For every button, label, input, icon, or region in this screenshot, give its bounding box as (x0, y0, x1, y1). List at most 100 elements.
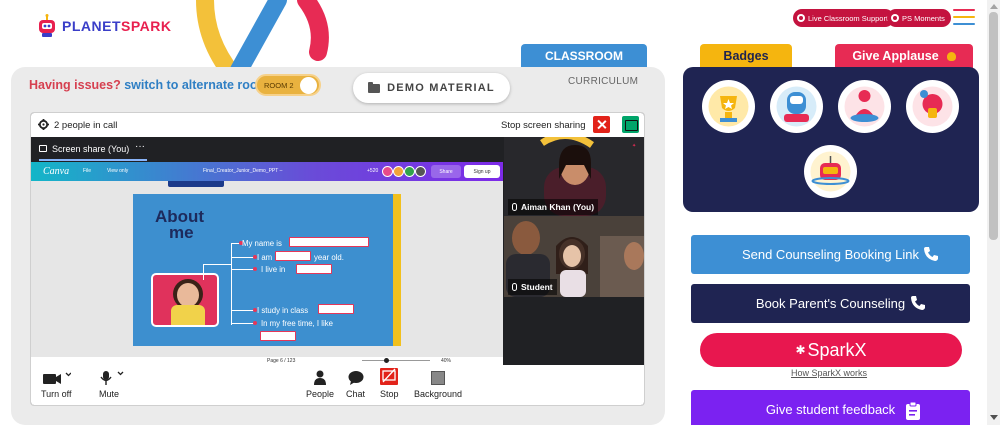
book-counseling-label: Book Parent's Counseling (755, 296, 906, 311)
badges-panel (683, 67, 979, 212)
hobby-blank (260, 331, 296, 341)
slide-canvas: About me My name is I am year old. I liv… (31, 181, 503, 357)
slide-line-study: I study in class (257, 306, 309, 315)
teacher-name-label: Aiman Khan (You) (521, 202, 595, 212)
stop-share-button[interactable]: Stop (380, 368, 399, 399)
slide-line-live: I live in (261, 265, 286, 274)
clap-hand-icon (946, 51, 956, 61)
canva-logo: Canva (43, 166, 70, 177)
more-options-icon[interactable]: ··· (135, 141, 145, 152)
video-call-window: 2 people in call Stop screen sharing Scr… (30, 112, 645, 406)
canva-collab-count: +520 (367, 168, 379, 174)
screen-share-tab[interactable]: Screen share (You) (52, 144, 129, 154)
canva-signup-button: Sign up (464, 165, 500, 178)
badge-meditation[interactable] (838, 80, 891, 133)
phone-icon (911, 296, 925, 310)
speaker-badge-icon (776, 86, 817, 127)
tab-curriculum[interactable]: CURRICULUM (568, 76, 638, 87)
connector-line (231, 310, 255, 311)
canva-share-button: Share (431, 165, 461, 178)
age-blank (275, 251, 311, 261)
tab-classroom[interactable]: CLASSROOM (521, 44, 647, 68)
trophy-badge-icon (708, 86, 749, 127)
issues-question: Having issues? (29, 78, 121, 92)
stop-sharing-close-icon[interactable] (593, 116, 610, 133)
send-counseling-label: Send Counseling Booking Link (741, 247, 920, 262)
sparkx-label: SparkX (807, 339, 867, 360)
slide-line-free-time: In my free time, I like (261, 319, 333, 328)
background-icon (431, 368, 446, 385)
slide-accent-bar (393, 194, 401, 346)
canva-view-only: View only (107, 168, 129, 174)
video-tile-student[interactable]: Student (504, 216, 644, 297)
ps-moments-button[interactable]: PS Moments (887, 9, 951, 27)
connector-line (231, 269, 255, 270)
sparkx-icon: ✱ (795, 343, 806, 357)
people-label: People (306, 389, 335, 399)
switch-room-link[interactable]: switch to alternate room (124, 78, 268, 92)
issues-message: Having issues? switch to alternate room (29, 78, 269, 92)
active-tab-indicator (39, 159, 147, 161)
shared-screen: Canva File View only Final_Creator_Junio… (31, 162, 503, 365)
room-toggle-label: ROOM 2 (264, 80, 294, 90)
book-parent-counseling-button[interactable]: Book Parent's Counseling (691, 284, 970, 323)
connector-line (231, 323, 255, 324)
badge-robot-planet[interactable] (804, 145, 857, 198)
canva-file-menu: File (83, 168, 92, 174)
video-camera-icon (41, 368, 72, 385)
class-blank (318, 304, 354, 314)
call-top-bar: 2 people in call Stop screen sharing (31, 113, 644, 137)
give-applause-tab[interactable]: Give Applause (835, 44, 973, 68)
mute-button[interactable]: Mute (94, 368, 124, 399)
scrollbar-thumb[interactable] (989, 12, 998, 240)
badge-speaker[interactable] (770, 80, 823, 133)
people-icon (313, 368, 327, 385)
badge-idea-lock[interactable] (906, 80, 959, 133)
background-button[interactable]: Background (414, 368, 462, 399)
live-classroom-support-button[interactable]: Live Classroom Support (793, 9, 895, 27)
mute-label: Mute (98, 389, 119, 399)
gear-icon[interactable] (38, 119, 49, 130)
picture-in-picture-icon[interactable] (622, 116, 639, 133)
ps-moments-label: PS Moments (902, 13, 945, 23)
logo-text: PLANETSPARK (62, 18, 171, 34)
chat-button[interactable]: Chat (346, 368, 365, 399)
idea-badge-icon (912, 86, 953, 127)
planetspark-logo[interactable]: PLANETSPARK (36, 14, 171, 38)
slide-line-age-prefix: I am (257, 253, 273, 262)
clipboard-icon (906, 401, 920, 420)
chat-icon (348, 368, 364, 385)
slide-footer: Page 6 / 123 40% (31, 357, 503, 365)
scroll-up-arrow-icon[interactable] (990, 4, 998, 9)
stop-share-icon (380, 368, 399, 385)
logo-text-planet: PLANET (62, 18, 121, 34)
tab-badges[interactable]: Badges (700, 44, 792, 74)
give-applause-label: Give Applause (852, 49, 939, 63)
screen-share-header: Screen share (You) ··· (31, 137, 503, 162)
feedback-label: Give student feedback (765, 402, 896, 417)
robot-logo-icon (39, 14, 55, 37)
scroll-down-arrow-icon[interactable] (990, 415, 998, 420)
node-dot (253, 321, 257, 325)
room-toggle[interactable]: ROOM 2 (255, 74, 321, 96)
how-sparkx-works-link[interactable]: How SparkX works (791, 368, 867, 378)
give-student-feedback-button[interactable]: Give student feedback (691, 390, 970, 425)
mic-icon (512, 283, 517, 291)
collaborator-avatar (415, 166, 426, 177)
background-label: Background (414, 389, 463, 399)
slide-title: About me (155, 208, 204, 241)
send-counseling-link-button[interactable]: Send Counseling Booking Link (691, 235, 970, 274)
badge-star-trophy[interactable] (702, 80, 755, 133)
people-button[interactable]: People (306, 368, 334, 399)
student-name-label: Student (521, 282, 553, 292)
record-dot-icon (797, 14, 805, 22)
mic-icon (512, 203, 517, 211)
sparkx-button[interactable]: ✱ SparkX (700, 333, 962, 367)
demo-material-button[interactable]: DEMO MATERIAL (353, 73, 510, 103)
microphone-icon (94, 368, 124, 385)
hamburger-menu-icon[interactable] (953, 9, 975, 27)
phone-icon (924, 247, 938, 261)
zoom-level: 40% (441, 358, 452, 364)
video-tile-teacher[interactable]: ✦ Aiman Khan (You) (504, 132, 644, 216)
camera-toggle-button[interactable]: Turn off (41, 368, 72, 399)
